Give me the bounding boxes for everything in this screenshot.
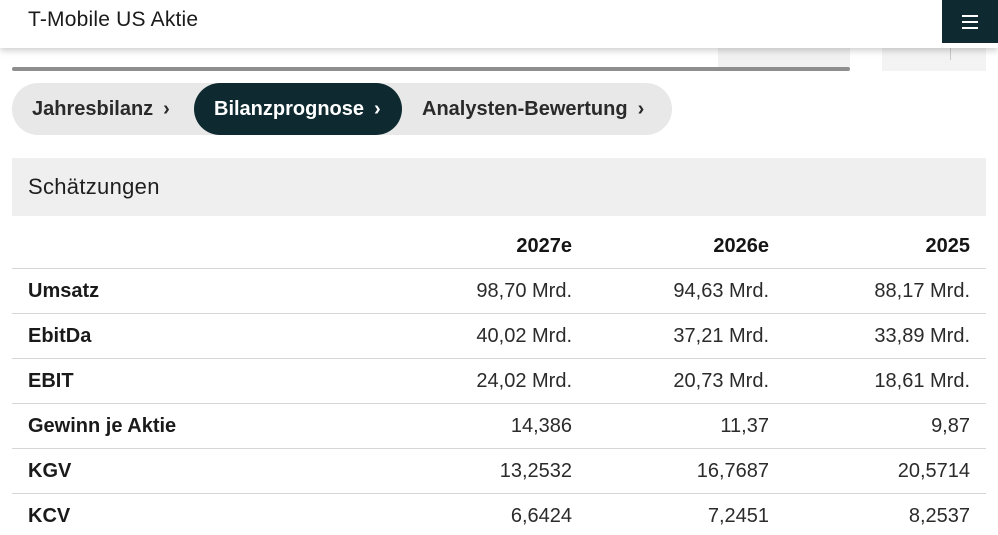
tab-bar: Jahresbilanz › Bilanzprognose › Analyste… <box>12 83 672 135</box>
header-underlay-shade <box>718 48 850 68</box>
menu-button[interactable] <box>942 0 998 43</box>
table-cell: 6,6424 <box>510 505 572 527</box>
section-header: Schätzungen <box>12 158 986 216</box>
header-underlay <box>12 48 718 68</box>
table-row: EBIT 24,02 Mrd. 20,73 Mrd. 18,61 Mrd. <box>12 359 986 404</box>
row-label: EBIT <box>28 370 74 392</box>
column-header-2027e: 2027e <box>516 235 572 257</box>
table-cell: 20,73 Mrd. <box>673 370 769 392</box>
divider <box>950 48 951 60</box>
chevron-right-icon: › <box>374 97 381 120</box>
row-label: Gewinn je Aktie <box>28 415 177 437</box>
estimates-table: 2027e 2026e 2025 Umsatz 98,70 Mrd. 94,63… <box>12 224 986 535</box>
section-title: Schätzungen <box>28 174 160 199</box>
page-title: T-Mobile US Aktie <box>28 8 199 31</box>
table-cell: 33,89 Mrd. <box>874 325 970 347</box>
table-row: Umsatz 98,70 Mrd. 94,63 Mrd. 88,17 Mrd. <box>12 269 986 314</box>
horizontal-scrollbar[interactable] <box>12 67 850 71</box>
table-cell: 14,386 <box>510 415 572 437</box>
table-cell: 40,02 Mrd. <box>476 325 572 347</box>
table-row: KGV 13,2532 16,7687 20,5714 <box>12 449 986 494</box>
side-panel-fragment <box>882 48 986 71</box>
table-cell: 9,87 <box>931 415 970 437</box>
table-cell: 20,5714 <box>897 460 970 482</box>
table-cell: 94,63 Mrd. <box>673 280 769 302</box>
tab-bilanzprognose[interactable]: Bilanzprognose › <box>194 83 402 135</box>
tab-label: Bilanzprognose <box>214 97 365 120</box>
table-cell: 98,70 Mrd. <box>476 280 572 302</box>
chevron-right-icon: › <box>163 97 170 120</box>
top-header: T-Mobile US Aktie <box>0 0 998 48</box>
tab-label: Jahresbilanz <box>32 97 154 120</box>
table-cell: 13,2532 <box>499 460 572 482</box>
table-cell: 7,2451 <box>707 505 769 527</box>
table-row: KCV 6,6424 7,2451 8,2537 <box>12 494 986 535</box>
table-cell: 18,61 Mrd. <box>874 370 970 392</box>
hamburger-icon <box>962 14 978 29</box>
table-cell: 37,21 Mrd. <box>673 325 769 347</box>
table-cell: 8,2537 <box>908 505 970 527</box>
column-header-2025: 2025 <box>925 235 971 257</box>
row-label: KCV <box>28 505 71 527</box>
tab-jahresbilanz[interactable]: Jahresbilanz › <box>12 83 194 135</box>
table-cell: 24,02 Mrd. <box>476 370 572 392</box>
chevron-right-icon: › <box>637 97 645 120</box>
column-header-2026e: 2026e <box>713 235 769 257</box>
table-row: Gewinn je Aktie 14,386 11,37 9,87 <box>12 404 986 449</box>
tab-analysten-bewertung[interactable]: Analysten-Bewertung › <box>402 83 672 135</box>
table-header-row: 2027e 2026e 2025 <box>12 224 986 269</box>
table-row: EbitDa 40,02 Mrd. 37,21 Mrd. 33,89 Mrd. <box>12 314 986 359</box>
row-label: KGV <box>28 460 72 482</box>
table-cell: 16,7687 <box>696 460 769 482</box>
row-label: Umsatz <box>28 280 100 302</box>
table-cell: 11,37 <box>720 415 769 437</box>
row-label: EbitDa <box>28 325 92 347</box>
tab-label: Analysten-Bewertung <box>422 97 628 120</box>
table-cell: 88,17 Mrd. <box>874 280 970 302</box>
